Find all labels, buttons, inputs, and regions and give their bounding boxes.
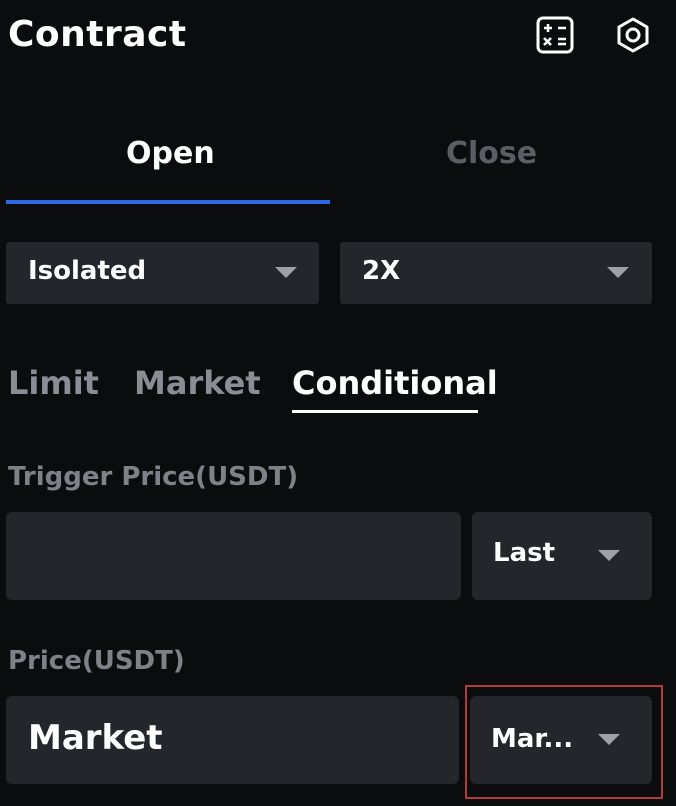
active-tab-indicator bbox=[6, 200, 330, 204]
chevron-down-icon bbox=[598, 550, 620, 561]
trigger-price-input[interactable] bbox=[6, 512, 461, 600]
tab-close[interactable]: Close bbox=[446, 136, 537, 171]
leverage-value: 2X bbox=[362, 256, 401, 286]
chevron-down-icon bbox=[275, 267, 297, 278]
trigger-price-label: Trigger Price(USDT) bbox=[8, 462, 299, 492]
trigger-type-select[interactable]: Last bbox=[472, 512, 652, 600]
order-type-tabs: Limit Market Conditional bbox=[0, 360, 676, 420]
margin-mode-value: Isolated bbox=[28, 256, 147, 286]
header: Contract bbox=[0, 0, 676, 72]
margin-mode-select[interactable]: Isolated bbox=[6, 242, 319, 304]
price-label: Price(USDT) bbox=[8, 646, 185, 676]
price-value: Market bbox=[28, 718, 163, 758]
settings-icon[interactable] bbox=[614, 16, 652, 54]
trigger-type-value: Last bbox=[493, 538, 556, 568]
position-tabs: Open Close bbox=[0, 118, 676, 208]
tab-market[interactable]: Market bbox=[134, 364, 261, 402]
tab-open[interactable]: Open bbox=[126, 136, 215, 171]
page-title: Contract bbox=[8, 14, 187, 55]
chevron-down-icon bbox=[607, 267, 629, 278]
leverage-select[interactable]: 2X bbox=[340, 242, 652, 304]
price-input[interactable]: Market bbox=[6, 696, 459, 784]
highlight-box bbox=[465, 685, 663, 799]
active-order-type-indicator bbox=[292, 410, 478, 413]
calculator-icon[interactable] bbox=[536, 16, 574, 54]
tab-limit[interactable]: Limit bbox=[8, 364, 99, 402]
tab-conditional[interactable]: Conditional bbox=[292, 364, 498, 402]
